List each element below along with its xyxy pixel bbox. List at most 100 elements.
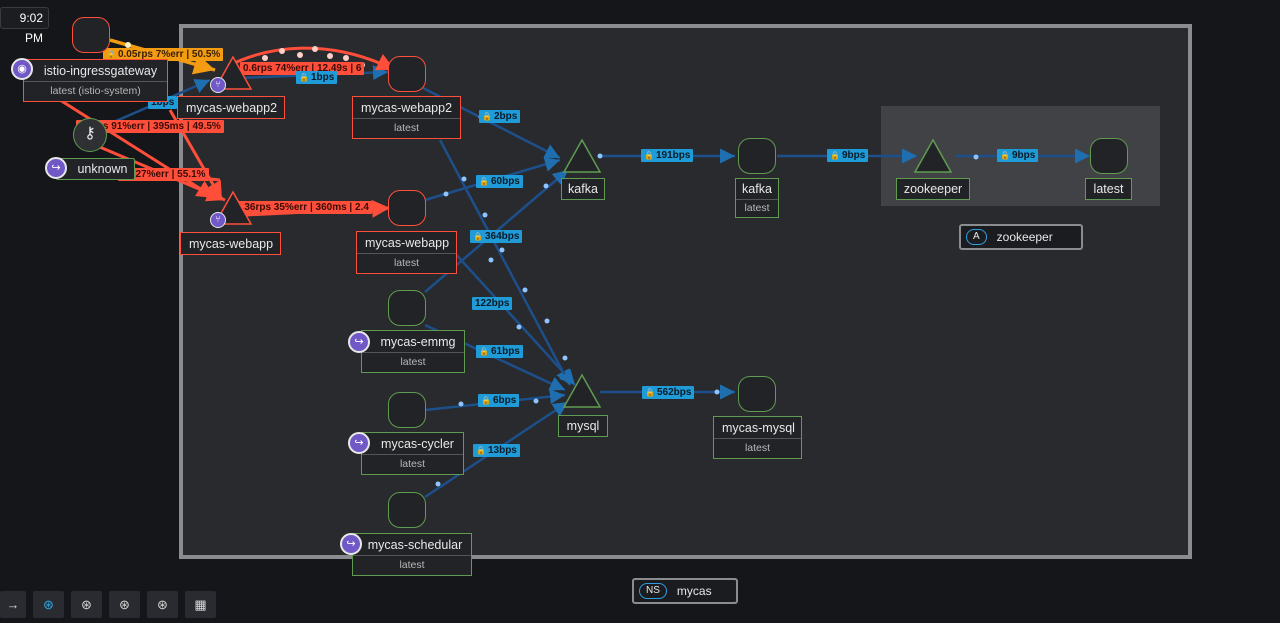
node-name: mysql [566, 419, 600, 433]
node-name: mycas-webapp [365, 236, 450, 250]
zookeeper-workload-node[interactable] [1090, 138, 1128, 174]
app-group-name: zookeeper [996, 230, 1053, 244]
legend-map-icon[interactable]: ▦ [185, 591, 216, 618]
edge-label-191bps[interactable]: 🔒 191bps [641, 149, 694, 162]
mysql-workload-label[interactable]: mycas-mysql latest [713, 416, 802, 459]
zookeeper-service-label[interactable]: zookeeper [896, 178, 970, 200]
node-name: mycas-emmg [380, 335, 456, 349]
workload-icon: ↪ [348, 331, 370, 353]
ingress-node-label[interactable]: istio-ingressgateway latest (istio-syste… [23, 59, 168, 102]
mysql-workload-node[interactable] [738, 376, 776, 412]
edge-label-60bps[interactable]: 🔒 60bps [476, 175, 523, 188]
node-version: latest [353, 555, 471, 575]
branch-icon: ⑂ [210, 212, 226, 228]
layout-default-icon[interactable]: ⊛ [33, 591, 64, 618]
node-version: latest [736, 199, 778, 217]
edge-label-122bps[interactable]: 122bps [472, 297, 513, 310]
edge-label-text: 364bps [484, 231, 520, 242]
node-version: latest [362, 454, 463, 474]
kafka-service-label[interactable]: kafka [561, 178, 605, 200]
node-version: latest [357, 253, 456, 273]
node-name: kafka [742, 182, 772, 196]
layout-2-icon[interactable]: ⊛ [109, 591, 140, 618]
schedular-workload-node[interactable] [388, 492, 426, 528]
workload-icon: ↪ [340, 533, 362, 555]
mysql-service-label[interactable]: mysql [558, 415, 608, 437]
edge-label-text: 6bps [492, 395, 517, 406]
edge-label-text: 191bps [655, 150, 691, 161]
edge-label-text: 9bps [841, 150, 866, 161]
node-version: latest [353, 118, 460, 138]
cycler-workload-label[interactable]: mycas-cycler latest [361, 432, 464, 475]
node-name: zookeeper [903, 182, 963, 196]
webapp2-app-label[interactable]: mycas-webapp2 [177, 96, 285, 119]
node-name: kafka [568, 182, 598, 196]
node-version: latest (istio-system) [24, 81, 167, 101]
edge-label-text: 9bps [1011, 150, 1036, 161]
edge-label-webapp-wl[interactable]: 0.36rps 35%err | 360ms | 2.4 [233, 201, 372, 214]
layout-1-icon[interactable]: ⊛ [71, 591, 102, 618]
branch-icon: ⑂ [210, 77, 226, 93]
webapp-workload-node[interactable] [388, 190, 426, 226]
edge-label-2bps[interactable]: 🔒 2bps [479, 110, 521, 123]
edge-label-1bps[interactable]: 🔒 1bps [296, 71, 338, 84]
cycler-workload-node[interactable] [388, 392, 426, 428]
edge-label-text: 0.36rps 35%err | 360ms | 2.4 [236, 202, 369, 213]
arrow-right-icon[interactable]: → [0, 591, 26, 618]
namespace-name: mycas [676, 584, 712, 598]
node-name: mycas-webapp2 [361, 101, 453, 115]
zookeeper-workload-label[interactable]: latest [1085, 178, 1132, 200]
edge-label-text: 122bps [475, 298, 510, 309]
clock-time: 9:02 PM [0, 7, 49, 45]
edge-label-6bps[interactable]: 🔒 6bps [478, 394, 520, 407]
edge-label-text: 61bps [490, 346, 520, 357]
unknown-service-icon: ↪ [45, 157, 67, 179]
node-name: latest [1093, 182, 1124, 196]
emmg-workload-label[interactable]: mycas-emmg latest [361, 330, 465, 373]
node-name: mycas-mysql [722, 421, 795, 435]
edge-label-text: 13bps [487, 445, 517, 456]
edge-label-text: 1bps [310, 72, 335, 83]
schedular-workload-label[interactable]: mycas-schedular latest [352, 533, 472, 576]
edge-label-text: 60bps [490, 176, 520, 187]
node-name: mycas-schedular [367, 538, 463, 552]
kafka-workload-node[interactable] [738, 138, 776, 174]
edge-label-9bps-b[interactable]: 🔒 9bps [997, 149, 1039, 162]
webapp2-workload-label[interactable]: mycas-webapp2 latest [352, 96, 461, 139]
node-name: mycas-webapp2 [186, 101, 278, 115]
graph-toolbar: → ⊛ ⊛ ⊛ ⊛ ▦ [0, 591, 216, 618]
edge-label-13bps[interactable]: 🔒 13bps [473, 444, 520, 457]
gateway-globe-icon: ◉ [11, 58, 33, 80]
namespace-box-mycas[interactable] [179, 24, 1192, 559]
app-tag: A [966, 229, 987, 245]
node-version: latest [362, 352, 464, 372]
edge-label-mysql[interactable]: 🔒 562bps [642, 386, 695, 399]
ingress-node[interactable] [72, 17, 110, 53]
edge-label-61bps[interactable]: 🔒 61bps [476, 345, 523, 358]
node-name: unknown [77, 162, 128, 176]
node-name: istio-ingressgateway [43, 64, 158, 78]
key-icon[interactable]: ⚷ [73, 118, 107, 152]
unknown-node-label[interactable]: unknown [56, 158, 135, 180]
workload-icon: ↪ [348, 432, 370, 454]
edge-label-9bps-a[interactable]: 🔒 9bps [827, 149, 869, 162]
app-group-badge[interactable]: A zookeeper [959, 224, 1083, 250]
webapp-app-label[interactable]: mycas-webapp [180, 232, 281, 255]
node-name: mycas-cycler [381, 437, 454, 451]
mysql-service-node[interactable] [562, 373, 602, 409]
node-version: latest [714, 438, 801, 458]
kafka-service-node[interactable] [562, 138, 602, 174]
webapp-workload-label[interactable]: mycas-webapp latest [356, 231, 457, 274]
zookeeper-service-node[interactable] [913, 138, 953, 174]
webapp2-workload-node[interactable] [388, 56, 426, 92]
namespace-tag: NS [639, 583, 667, 599]
namespace-badge[interactable]: NS mycas [632, 578, 738, 604]
layout-3-icon[interactable]: ⊛ [147, 591, 178, 618]
emmg-workload-node[interactable] [388, 290, 426, 326]
graph-canvas[interactable]: 9:02 PM 🔒 0.05rps 7%err | 50.5% 0.6rps 7… [0, 0, 1280, 623]
edge-label-text: 562bps [656, 387, 692, 398]
node-name: mycas-webapp [189, 237, 274, 251]
edge-label-text: 2bps [493, 111, 518, 122]
edge-label-364bps[interactable]: 🔒 364bps [470, 230, 523, 243]
kafka-workload-label[interactable]: kafka latest [735, 178, 779, 218]
